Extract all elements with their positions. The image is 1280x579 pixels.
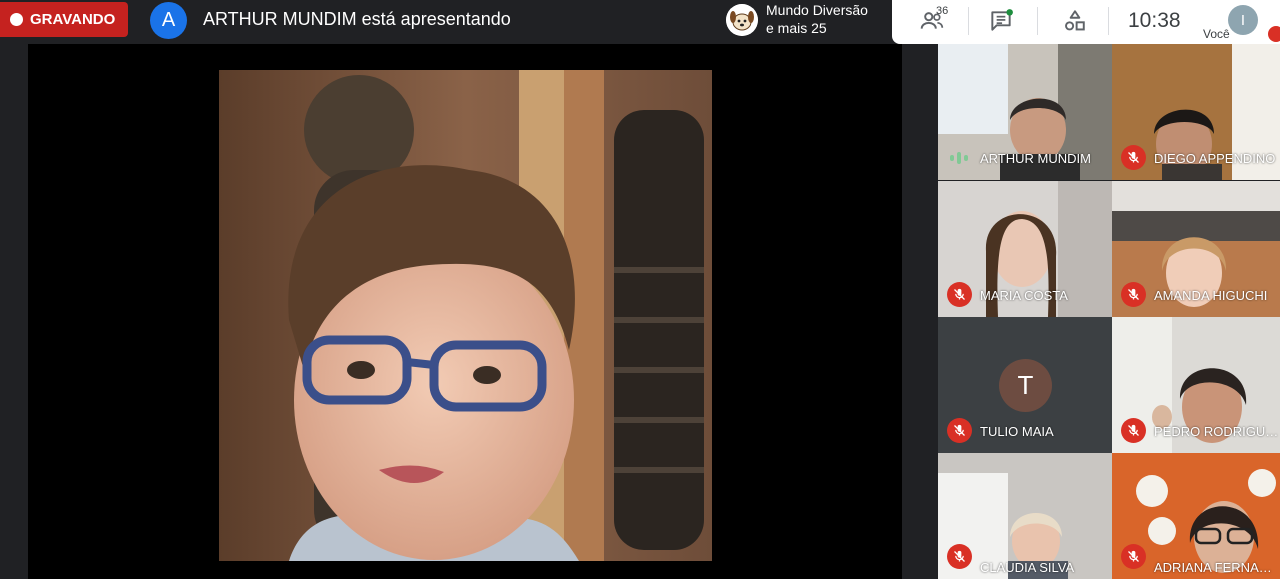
speaking-indicator-icon [950,151,968,165]
participant-tile[interactable]: MARIA COSTA [938,181,1112,317]
participant-tile[interactable]: ARTHUR MUNDIM [938,44,1112,180]
divider [1108,7,1109,35]
chat-more: e mais 25 [766,20,827,36]
mic-off-icon [947,544,972,569]
participant-tile[interactable]: AMANDA HIGUCHI [1112,181,1280,317]
mic-off-icon [947,282,972,307]
self-mic-off-icon [1268,26,1280,42]
chat-icon [991,9,1013,31]
presenter-status: ARTHUR MUNDIM está apresentando [203,9,511,29]
participant-tile[interactable]: T TULIO MAIA [938,317,1112,453]
chat-avatar [726,4,758,36]
activities-button[interactable] [1060,6,1090,36]
participant-name: PEDRO RODRIGU… [1154,424,1279,439]
participant-avatar: T [999,359,1052,412]
chat-button[interactable] [986,6,1016,36]
participant-tile[interactable]: DIEGO APPENDINO [1112,44,1280,180]
record-dot-icon [10,13,23,26]
meet-window: GRAVANDO A ARTHUR MUNDIM está apresentan… [0,0,1280,579]
self-avatar[interactable]: I [1228,5,1258,35]
mic-off-icon [1121,282,1146,307]
participant-count: 36 [936,5,949,17]
self-label: Você [1203,27,1230,41]
participant-name: ADRIANA FERNA… [1154,560,1272,575]
top-bar: GRAVANDO A ARTHUR MUNDIM está apresentan… [0,0,1280,44]
controls-panel: 36 10:38 I Você [892,0,1280,44]
presenter-video-frame [219,70,712,561]
activities-icon [1065,10,1085,31]
participant-name: TULIO MAIA [980,424,1054,439]
presenter-avatar: A [150,2,187,39]
participant-tile[interactable]: CLAUDIA SILVA [938,453,1112,579]
presenter-video [219,70,712,561]
chat-sender: Mundo Diversão [766,2,868,18]
participant-name: MARIA COSTA [980,288,1068,303]
participant-name: CLAUDIA SILVA [980,560,1075,575]
mic-off-icon [1121,544,1146,569]
participant-tile[interactable]: PEDRO RODRIGU… [1112,317,1280,453]
participant-name: ARTHUR MUNDIM [980,151,1091,166]
participant-tile[interactable]: ADRIANA FERNA… [1112,453,1280,579]
chat-preview[interactable]: Mundo Diversão e mais 25 [718,0,892,44]
dog-icon [726,4,758,36]
participant-name: AMANDA HIGUCHI [1154,288,1268,303]
recording-badge[interactable]: GRAVANDO [0,2,128,37]
divider [1037,7,1038,35]
divider [968,7,969,35]
mic-off-icon [1121,418,1146,443]
recording-label: GRAVANDO [30,11,116,28]
participant-name: DIEGO APPENDINO [1154,151,1276,166]
mic-off-icon [1121,145,1146,170]
clock: 10:38 [1128,9,1181,32]
mic-off-icon [947,418,972,443]
